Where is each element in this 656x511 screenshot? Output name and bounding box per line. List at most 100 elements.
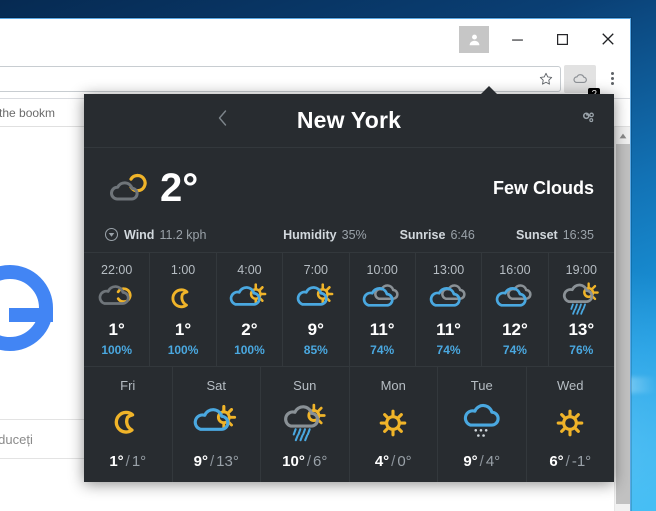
back-button[interactable]: [210, 106, 235, 136]
daily-forecast-cell[interactable]: Wed 6° / -1°: [527, 367, 615, 482]
daily-high: 6°: [549, 453, 564, 470]
sun-behind-cloud-icon: [193, 404, 237, 431]
hourly-temperature: 11°: [436, 320, 461, 339]
daily-weather-icon: [84, 401, 172, 445]
daily-weather-icon: [527, 401, 615, 445]
daily-high: 9°: [193, 453, 208, 470]
window-minimize-button[interactable]: [495, 24, 540, 54]
page-strip-text: troduceți: [0, 431, 33, 447]
sun-icon: [556, 409, 584, 437]
scrollbar-up-button[interactable]: [615, 127, 630, 144]
browser-menu-button[interactable]: [600, 65, 624, 93]
hourly-forecast-cell[interactable]: 22:00 1° 100%: [84, 253, 151, 366]
night-partly-cloudy-icon: [98, 285, 132, 305]
hourly-forecast-cell[interactable]: 16:00 12° 74%: [482, 253, 549, 366]
hourly-time: 4:00: [237, 263, 262, 277]
hourly-temperature: 1°: [174, 320, 192, 339]
daily-forecast-cell[interactable]: Mon 4°/0°: [350, 367, 438, 482]
daily-forecast-cell[interactable]: Tue 9°/4°: [438, 367, 527, 482]
address-bar[interactable]: [0, 65, 561, 92]
daily-forecast-cell[interactable]: Fri 1°/1°: [84, 367, 173, 482]
daily-forecast-cell[interactable]: Sun 10°/6°: [261, 367, 350, 482]
current-conditions-stats: Wind 11.2 kph Humidity 35% Sunrise 6:46 …: [104, 227, 594, 242]
sunrise-label: Sunrise: [399, 227, 446, 242]
person-icon: [469, 34, 479, 45]
hourly-weather-icon: [482, 281, 547, 317]
hourly-weather-icon: [283, 281, 348, 317]
window-maximize-button[interactable]: [540, 24, 585, 54]
daily-forecast-row: Fri 1°/1° Sat 9°/13° Sun 10°/6° Mon 4°/0° Tue 9° /…: [84, 367, 614, 482]
moon-icon: [114, 410, 134, 434]
daily-temperatures: 9°/4°: [438, 453, 526, 470]
hourly-time: 16:00: [499, 263, 531, 277]
daily-weather-icon: [438, 401, 526, 445]
sun-shower-icon: [563, 282, 600, 315]
minimize-icon: [512, 39, 523, 41]
hourly-precip-probability: 74%: [502, 343, 527, 357]
daily-weather-icon: [173, 401, 261, 445]
hourly-forecast-cell[interactable]: 13:00 11° 74%: [416, 253, 483, 366]
wind-label: Wind: [124, 227, 155, 242]
daily-day-name: Fri: [120, 378, 136, 393]
daily-temp-separator: /: [209, 453, 215, 470]
hourly-precip-probability: 76%: [569, 343, 594, 357]
daily-low: 13°: [216, 453, 239, 470]
broken-clouds-icon: [429, 284, 466, 307]
weather-extension-popup: New York 2° Few Clouds Wind 11.2 kph Hum…: [84, 94, 614, 482]
sunset-label: Sunset: [516, 227, 558, 242]
hourly-time: 19:00: [565, 263, 597, 277]
sunset-stat: Sunset 16:35: [516, 228, 594, 242]
hourly-forecast-cell[interactable]: 10:00 11° 74%: [350, 253, 416, 366]
wind-value: 11.2 kph: [159, 227, 207, 242]
sun-shower-icon: [283, 403, 326, 442]
hourly-precip-probability: 85%: [303, 343, 328, 357]
wind-stat: Wind 11.2 kph: [104, 227, 283, 242]
scrollbar-thumb[interactable]: [616, 144, 630, 504]
hourly-forecast-cell[interactable]: 19:00 13° 76%: [549, 253, 614, 366]
hourly-time: 7:00: [303, 263, 328, 277]
menu-dot: [610, 72, 614, 75]
hourly-time: 1:00: [170, 263, 196, 277]
bookmarks-hint-text: n the bookm: [0, 105, 56, 120]
hourly-temperature: 13°: [568, 320, 595, 339]
daily-weather-icon: [261, 401, 349, 445]
daily-day-name: Mon: [380, 378, 406, 393]
hourly-forecast-row: 22:00 1° 100% 1:00 1° 100% 4:00 2° 100% 7:00 9° 85%…: [84, 253, 614, 367]
weather-extension-button[interactable]: 2: [564, 64, 600, 101]
hourly-time: 22:00: [101, 263, 133, 277]
hourly-time: 10:00: [366, 263, 398, 277]
sunset-value: 16:35: [562, 227, 594, 242]
daily-temperatures: 6° / -1°: [527, 453, 615, 470]
daily-temperatures: 10°/6°: [261, 453, 349, 470]
profile-avatar-button[interactable]: [459, 25, 489, 53]
hourly-temperature: 11°: [369, 320, 395, 339]
current-conditions-section: 2° Few Clouds Wind 11.2 kph Humidity 35%…: [84, 148, 614, 253]
current-temperature: 2°: [160, 166, 199, 210]
hourly-precip-probability: 74%: [436, 343, 461, 357]
hourly-temperature: 12°: [502, 320, 528, 339]
daily-temperatures: 4°/0°: [350, 453, 438, 470]
menu-dot: [610, 77, 614, 80]
daily-temperatures: 1°/1°: [84, 453, 172, 470]
hourly-forecast-cell[interactable]: 1:00 1° 100%: [150, 253, 217, 366]
hourly-weather-icon: [416, 281, 481, 317]
bookmark-star-icon[interactable]: [538, 71, 554, 87]
hourly-weather-icon: [350, 281, 415, 317]
hourly-weather-icon: [217, 281, 282, 317]
settings-button[interactable]: [580, 109, 598, 132]
page-scrollbar[interactable]: [614, 127, 630, 511]
hourly-forecast-cell[interactable]: 4:00 2° 100%: [217, 253, 284, 366]
wind-direction-icon: [104, 227, 119, 242]
browser-title-bar: [0, 19, 630, 59]
sun-behind-cloud-icon: [296, 283, 334, 306]
hourly-temperature: 1°: [108, 320, 125, 339]
chevron-left-icon: [218, 109, 227, 126]
daily-day-name: Tue: [470, 378, 493, 393]
sun-behind-cloud-icon: [230, 283, 267, 306]
daily-low: 4°: [485, 453, 501, 470]
daily-forecast-cell[interactable]: Sat 9°/13°: [173, 367, 261, 482]
hourly-forecast-cell[interactable]: 7:00 9° 85%: [283, 253, 350, 366]
daily-temperatures: 9°/13°: [173, 453, 261, 470]
window-close-button[interactable]: [585, 24, 630, 54]
daily-temp-separator: /: [125, 453, 130, 470]
